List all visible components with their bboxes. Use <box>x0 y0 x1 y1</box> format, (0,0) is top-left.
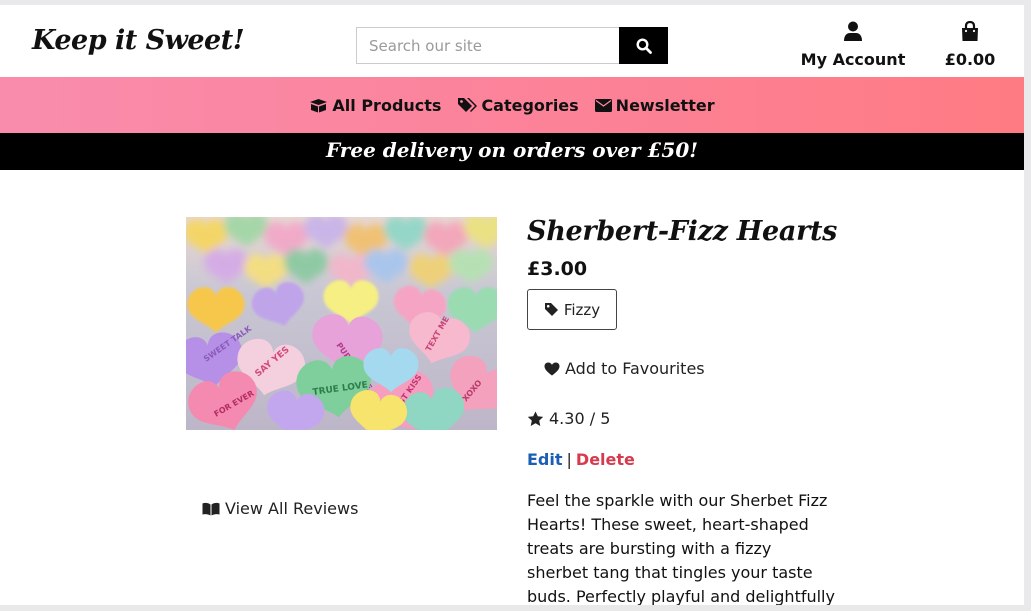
delivery-banner: Free delivery on orders over £50! <box>0 133 1024 170</box>
admin-actions: Edit | Delete <box>527 450 635 469</box>
product-image: SWEET TALK SAY YES PUPPY LOVE TRUE LOVE … <box>186 217 497 430</box>
tags-icon <box>458 98 478 112</box>
edit-link[interactable]: Edit <box>527 450 563 469</box>
book-open-icon <box>202 502 220 515</box>
product-price: £3.00 <box>527 258 588 280</box>
basket-link[interactable]: £0.00 <box>935 20 1005 69</box>
search-icon <box>635 37 652 54</box>
star-icon <box>527 411 544 426</box>
heart-icon <box>544 362 560 375</box>
page: Keep it Sweet! My Account <box>0 5 1024 605</box>
rating-value: 4.30 / 5 <box>549 409 611 428</box>
search-input[interactable] <box>357 28 619 63</box>
add-to-favourites-label: Add to Favourites <box>565 359 705 378</box>
product-rating: 4.30 / 5 <box>527 409 610 428</box>
category-tag-label: Fizzy <box>563 300 601 319</box>
nav-categories[interactable]: Categories <box>457 95 579 115</box>
my-account-link[interactable]: My Account <box>800 21 906 69</box>
my-account-label: My Account <box>800 50 906 69</box>
site-logo[interactable]: Keep it Sweet! <box>32 25 245 56</box>
product-title: Sherbert-Fizz Hearts <box>527 216 838 247</box>
tag-icon <box>544 303 558 316</box>
delivery-banner-text: Free delivery on orders over £50! <box>325 138 699 162</box>
nav-label: Newsletter <box>615 95 715 115</box>
action-separator: | <box>566 450 572 469</box>
user-icon <box>844 21 862 41</box>
top-header: Keep it Sweet! My Account <box>0 5 1024 77</box>
nav-newsletter[interactable]: Newsletter <box>594 95 715 115</box>
envelope-icon <box>594 98 612 112</box>
view-all-reviews-link[interactable]: View All Reviews <box>202 499 358 518</box>
category-tag-button[interactable]: Fizzy <box>527 289 617 330</box>
search-button[interactable] <box>619 27 668 64</box>
add-to-favourites-button[interactable]: Add to Favourites <box>544 359 705 378</box>
shopping-bag-icon <box>962 20 978 41</box>
product-description: Feel the sparkle with our Sherbet Fizz H… <box>527 491 835 605</box>
nav-label: Categories <box>481 95 579 115</box>
nav-label: All Products <box>332 95 442 115</box>
boxes-icon <box>310 98 328 112</box>
delete-link[interactable]: Delete <box>576 450 635 469</box>
view-all-reviews-label: View All Reviews <box>225 499 359 518</box>
search-form <box>356 27 668 64</box>
main-nav: All Products Categories Newsletter <box>0 77 1024 133</box>
nav-all-products[interactable]: All Products <box>309 96 441 115</box>
basket-total: £0.00 <box>944 50 996 69</box>
